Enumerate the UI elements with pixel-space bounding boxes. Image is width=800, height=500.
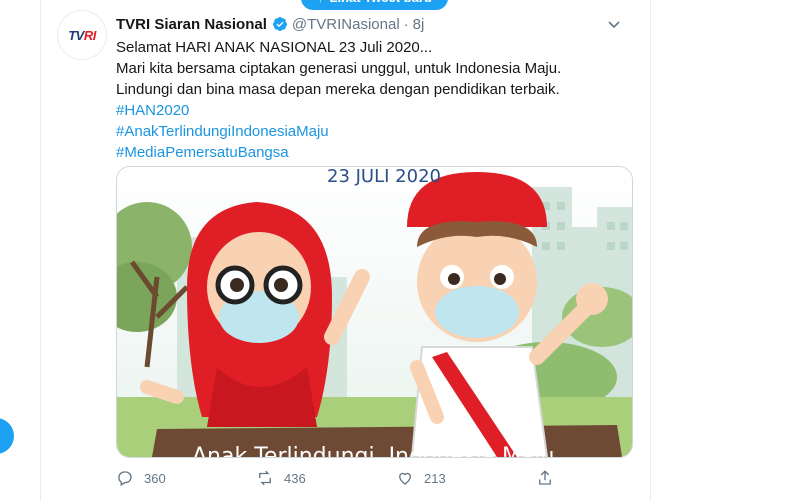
author-name[interactable]: TVRI Siaran Nasional <box>116 16 267 33</box>
left-nav-column <box>0 0 41 500</box>
tweet-text-line: Lindungi dan bina masa depan mereka deng… <box>116 81 560 98</box>
right-sidebar <box>650 0 800 500</box>
hashtag-link[interactable]: #HAN2020 <box>116 100 636 121</box>
arrow-up-icon: ↑ <box>317 0 324 10</box>
tweet-media-image[interactable]: 23 JULI 2020 Anak Terlindungi, Indonesia… <box>116 166 633 458</box>
new-tweets-label: Lihat Tweet baru <box>330 0 432 10</box>
tweet-actions: 360 436 213 <box>116 466 636 490</box>
share-icon <box>539 470 551 485</box>
hashtag-link[interactable]: #MediaPemersatuBangsa <box>116 142 636 163</box>
retweet-count: 436 <box>284 470 306 486</box>
reply-count: 360 <box>144 470 166 486</box>
retweet-button[interactable]: 436 <box>256 469 396 487</box>
reply-icon <box>118 471 132 486</box>
media-banner-text: Anak Terlindungi, Indonesia Maju <box>192 444 554 457</box>
heart-icon <box>399 472 411 485</box>
avatar-logo: TVRI <box>68 27 96 43</box>
media-date-text: 23 JULI 2020 <box>327 167 441 187</box>
reply-button[interactable]: 360 <box>116 469 256 487</box>
tweet-text-line: Selamat HARI ANAK NASIONAL 23 Juli 2020.… <box>116 39 433 56</box>
chevron-down-icon[interactable] <box>606 16 622 32</box>
tweet-header: TVRI Siaran Nasional @TVRINasional · 8j <box>116 14 636 34</box>
like-count: 213 <box>424 470 446 486</box>
separator-dot: · <box>403 15 409 33</box>
avatar[interactable]: TVRI <box>57 10 107 60</box>
tweet-time[interactable]: 8j <box>413 16 425 33</box>
hashtag-link[interactable]: #AnakTerlindungiIndonesiaMaju <box>116 121 636 142</box>
like-button[interactable]: 213 <box>396 469 536 487</box>
new-tweets-button[interactable]: ↑ Lihat Tweet baru <box>301 0 448 10</box>
share-button[interactable] <box>536 469 564 487</box>
author-handle[interactable]: @TVRINasional <box>292 16 400 33</box>
retweet-icon <box>259 470 271 486</box>
tweet-text: Selamat HARI ANAK NASIONAL 23 Juli 2020.… <box>116 37 636 163</box>
tweet-text-line: Mari kita bersama ciptakan generasi ungg… <box>116 60 562 77</box>
hari-anak-nasional-illustration: 23 JULI 2020 Anak Terlindungi, Indonesia… <box>117 167 632 457</box>
tweet-feed: ↑ Lihat Tweet baru TVRI TVRI Siaran Nasi… <box>41 0 649 500</box>
verified-badge-icon <box>272 17 287 31</box>
compose-tweet-button[interactable] <box>0 418 14 454</box>
